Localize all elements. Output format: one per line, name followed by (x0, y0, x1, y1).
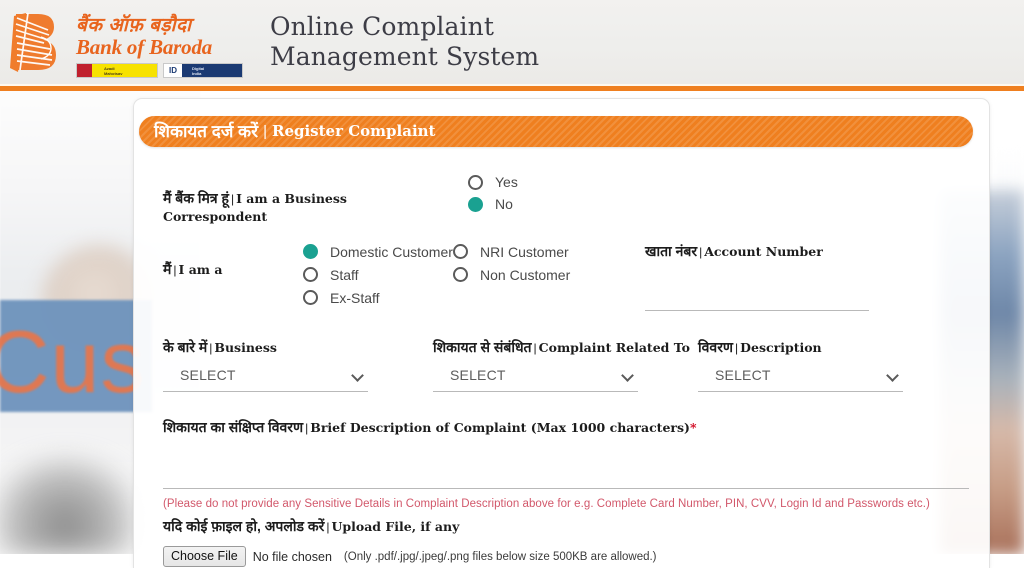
business-label-english: Business (214, 340, 277, 355)
radio-icon-domestic-customer[interactable] (303, 244, 318, 259)
iam-option-domestic-customer-label: Domestic Customer (330, 244, 453, 260)
upload-label-english: Upload File, if any (331, 519, 459, 534)
register-complaint-card: शिकायत दर्ज करें | Register Complaint मै… (133, 98, 990, 568)
card-title-english: Register Complaint (272, 124, 436, 139)
iam-option-non-customer-label: Non Customer (480, 267, 570, 283)
brief-label-hindi: शिकायत का संक्षिप्त विवरण (163, 419, 303, 435)
logo-english-name: Bank of Baroda (76, 36, 243, 59)
page-title-line2: Management System (270, 42, 539, 73)
dropdowns-row: के बारे में|Business SELECT शिकायत से सं… (163, 338, 967, 392)
business-label-hindi: के बारे में (163, 339, 207, 355)
complaint-related-to-select[interactable]: SELECT (433, 367, 638, 392)
logo-hindi-name: बैंक ऑफ़ बड़ौदा (76, 16, 243, 37)
business-correspondent-row: मैं बैंक मित्र हूं|I am a Business Corre… (163, 171, 967, 226)
bc-option-yes[interactable]: Yes (468, 171, 518, 193)
upload-label-hindi: यदि कोई फ़ाइल हो, अपलोड करें (163, 518, 324, 534)
desc-label-hindi: विवरण (698, 339, 733, 355)
description-select-value: SELECT (715, 367, 771, 383)
crt-label-english: Complaint Related To (539, 340, 690, 355)
brief-description-group: शिकायत का संक्षिप्त विवरण|Brief Descript… (163, 418, 967, 489)
radio-icon-nri-customer[interactable] (453, 244, 468, 259)
baroda-b-icon (8, 10, 72, 76)
account-number-field-group: खाता नंबर|Account Number (645, 240, 869, 311)
bc-label-hindi: मैं बैंक मित्र हूं (163, 190, 229, 206)
i-am-a-row: मैं|I am a Domestic Customer Staff Ex-St… (163, 240, 967, 311)
account-number-input[interactable] (645, 291, 869, 311)
choose-file-button[interactable]: Choose File (163, 546, 246, 567)
background-person-shoulder (0, 455, 140, 554)
brief-required-marker: * (690, 420, 697, 435)
bank-logo[interactable]: बैंक ऑफ़ बड़ौदा Bank of Baroda AzadiMaho… (8, 6, 243, 79)
iam-label-english: I am a (179, 262, 223, 277)
iam-option-nri-customer[interactable]: NRI Customer (453, 240, 623, 263)
business-correspondent-label: मैं बैंक मित्र हूं|I am a Business Corre… (163, 171, 448, 226)
account-label-english: Account Number (704, 244, 823, 259)
file-status-text: No file chosen (253, 550, 332, 564)
brief-label-separator: | (305, 421, 308, 435)
iam-option-ex-staff-label: Ex-Staff (330, 290, 380, 306)
description-select[interactable]: SELECT (698, 367, 903, 392)
brief-label-english: Brief Description of Complaint (Max 1000… (310, 420, 690, 435)
iam-option-staff-label: Staff (330, 267, 359, 283)
description-select-group: विवरण|Description SELECT (698, 338, 913, 392)
bc-option-yes-label: Yes (495, 174, 518, 190)
bc-option-no[interactable]: No (468, 193, 518, 215)
business-select-group: के बारे में|Business SELECT (163, 338, 433, 392)
iam-label-hindi: मैं (163, 261, 171, 277)
sensitive-details-warning: (Please do not provide any Sensitive Det… (163, 498, 967, 510)
account-number-label: खाता नंबर|Account Number (645, 242, 869, 261)
iam-label-separator: | (173, 263, 176, 277)
description-select-label: विवरण|Description (698, 338, 913, 357)
site-header: बैंक ऑफ़ बड़ौदा Bank of Baroda AzadiMaho… (0, 0, 1024, 84)
iam-option-ex-staff[interactable]: Ex-Staff (303, 286, 453, 309)
business-select[interactable]: SELECT (163, 367, 368, 392)
brief-description-textarea[interactable] (163, 473, 969, 489)
i-am-a-label: मैं|I am a (163, 240, 303, 279)
radio-icon-bc-yes[interactable] (468, 175, 483, 190)
iam-option-nri-customer-label: NRI Customer (480, 244, 569, 260)
complaint-related-to-label: शिकायत से संबंधित|Complaint Related To (433, 338, 698, 357)
radio-icon-ex-staff[interactable] (303, 290, 318, 305)
brief-description-label: शिकायत का संक्षिप्त विवरण|Brief Descript… (163, 418, 967, 437)
digital-india-badge-icon: ID DigitalIndia (163, 63, 243, 78)
azadi-badge-icon: AzadiMahotsav (76, 63, 158, 78)
i-am-a-column-2: NRI Customer Non Customer (453, 240, 623, 286)
desc-label-english: Description (740, 340, 821, 355)
crt-label-hindi: शिकायत से संबंधित (433, 339, 532, 355)
radio-icon-non-customer[interactable] (453, 267, 468, 282)
background-banner-text: Cus (0, 311, 146, 413)
business-correspondent-options: Yes No (448, 171, 518, 215)
card-title-bar: शिकायत दर्ज करें | Register Complaint (139, 116, 973, 147)
bc-label-separator: | (231, 192, 234, 206)
logo-badges: AzadiMahotsav ID DigitalIndia (76, 63, 243, 78)
business-label-separator: | (209, 341, 212, 355)
iam-option-domestic-customer[interactable]: Domestic Customer (303, 240, 453, 263)
business-select-label: के बारे में|Business (163, 338, 433, 357)
header-divider (0, 84, 1024, 91)
i-am-a-column-1: Domestic Customer Staff Ex-Staff (303, 240, 453, 309)
iam-option-staff[interactable]: Staff (303, 263, 453, 286)
iam-option-non-customer[interactable]: Non Customer (453, 263, 623, 286)
chevron-down-icon-description[interactable] (886, 369, 899, 382)
page-title-line1: Online Complaint (270, 12, 539, 43)
account-label-hindi: खाता नंबर (645, 243, 697, 259)
card-title-hindi: शिकायत दर्ज करें (154, 123, 258, 140)
chevron-down-icon-complaint-related-to[interactable] (621, 369, 634, 382)
radio-icon-staff[interactable] (303, 267, 318, 282)
chevron-down-icon-business[interactable] (351, 369, 364, 382)
radio-icon-bc-no[interactable] (468, 197, 483, 212)
complaint-related-to-select-value: SELECT (450, 367, 506, 383)
account-label-separator: | (699, 245, 702, 259)
bc-option-no-label: No (495, 196, 513, 212)
upload-file-label: यदि कोई फ़ाइल हो, अपलोड करें|Upload File… (163, 517, 967, 536)
file-upload-hint: (Only .pdf/.jpg/.jpeg/.png files below s… (344, 551, 657, 563)
desc-label-separator: | (735, 341, 738, 355)
complaint-related-to-select-group: शिकायत से संबंधित|Complaint Related To S… (433, 338, 698, 392)
file-upload-row: Choose File No file chosen (Only .pdf/.j… (163, 546, 967, 567)
card-title-separator: | (263, 123, 267, 140)
business-select-value: SELECT (180, 367, 236, 383)
upload-label-separator: | (326, 520, 329, 534)
crt-label-separator: | (534, 341, 537, 355)
page-title: Online Complaint Management System (270, 12, 539, 73)
